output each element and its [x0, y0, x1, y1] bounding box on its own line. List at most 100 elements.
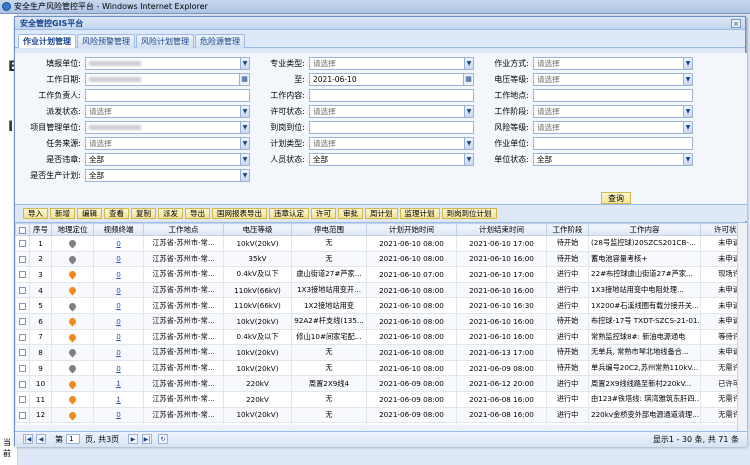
select-all-checkbox[interactable]	[15, 223, 30, 236]
video-link[interactable]: 1	[116, 395, 121, 404]
table-row[interactable]: 8 0 江苏省-苏州市-常... 10kV(20kV) 无 2021-06-10 08:0…	[15, 344, 747, 361]
video-link[interactable]: 0	[116, 270, 121, 279]
last-page-icon[interactable]: ▶|	[142, 434, 152, 444]
map-pin-icon[interactable]	[67, 301, 78, 312]
map-pin-icon[interactable]	[67, 394, 78, 405]
work-leader-field[interactable]	[85, 89, 250, 102]
tab-risk-warning[interactable]: 风险预警管理	[77, 34, 135, 48]
cell-video[interactable]: 0	[93, 281, 144, 299]
col-video[interactable]: 视频终端	[93, 223, 144, 236]
approve-button[interactable]: 审批	[338, 208, 363, 219]
video-link[interactable]: 0	[116, 286, 121, 295]
video-link[interactable]: 0	[116, 301, 121, 310]
col-voltage[interactable]: 电压等级	[223, 223, 292, 236]
violation-confirm-button[interactable]: 违章认定	[269, 208, 309, 219]
table-row[interactable]: 12 0 江苏省-苏州市-常... 10kV(20kV) 无 2021-06-09 08:…	[15, 406, 747, 424]
cell-pin[interactable]	[51, 359, 94, 377]
page-number-input[interactable]: 1	[66, 434, 80, 444]
cell-pin[interactable]	[51, 344, 94, 361]
view-button[interactable]: 查看	[104, 208, 129, 219]
row-checkbox[interactable]	[15, 375, 30, 392]
col-location[interactable]: 地理定位	[51, 223, 94, 236]
video-link[interactable]: 1	[116, 379, 121, 388]
arrival-check-field[interactable]	[309, 121, 474, 134]
map-pin-icon[interactable]	[67, 363, 78, 374]
cell-pin[interactable]	[51, 406, 94, 424]
row-checkbox[interactable]	[15, 328, 30, 346]
plan-type-select[interactable]: 请选择 ▼	[309, 137, 474, 150]
unit-status-select[interactable]: 全部 ▼	[533, 153, 693, 166]
cell-pin[interactable]	[51, 266, 94, 283]
map-pin-icon[interactable]	[67, 285, 78, 296]
add-button[interactable]: 新增	[50, 208, 75, 219]
refresh-icon[interactable]: ↻	[158, 434, 168, 444]
copy-button[interactable]: 复制	[131, 208, 156, 219]
edit-button[interactable]: 编辑	[77, 208, 102, 219]
prev-page-icon[interactable]: ◀	[36, 434, 46, 444]
table-row[interactable]: 10 1 江苏省-苏州市-常... 220kV 周置2X9线4 2021-06-09 08…	[15, 375, 747, 392]
voltage-select[interactable]: 请选择 ▼	[533, 73, 693, 86]
cell-video[interactable]: 0	[93, 344, 144, 361]
table-row[interactable]: 9 0 江苏省-苏州市-常... 10kV(20kV) 无 2021-06-10 08:0…	[15, 359, 747, 377]
production-plan-select[interactable]: 全部 ▼	[85, 169, 250, 182]
permit-status-select[interactable]: 请选择 ▼	[309, 105, 474, 118]
col-content[interactable]: 工作内容	[588, 223, 701, 236]
col-outage-range[interactable]: 停电范围	[291, 223, 367, 236]
col-stage[interactable]: 工作阶段	[546, 223, 589, 236]
cell-video[interactable]: 0	[93, 266, 144, 283]
row-checkbox[interactable]	[15, 281, 30, 299]
cell-video[interactable]: 1	[93, 390, 144, 408]
table-row[interactable]: 3 0 江苏省-苏州市-常... 0.4kV及以下 虞山街道27#芦家... 2021-0…	[15, 266, 747, 283]
cell-pin[interactable]	[51, 375, 94, 392]
report-unit-field[interactable]: ▼	[85, 57, 250, 70]
work-mode-select[interactable]: 请选择 ▼	[533, 57, 693, 70]
video-link[interactable]: 0	[116, 410, 121, 419]
cell-video[interactable]: 0	[93, 328, 144, 346]
table-row[interactable]: 4 0 江苏省-苏州市-常... 110kV(66kV) 1X3接地站用变开... 202…	[15, 281, 747, 299]
dispatch-status-select[interactable]: 请选择 ▼	[85, 105, 250, 118]
col-start-time[interactable]: 计划开始时间	[366, 223, 457, 236]
cell-pin[interactable]	[51, 390, 94, 408]
map-pin-icon[interactable]	[67, 410, 78, 421]
cell-video[interactable]: 0	[93, 297, 144, 314]
row-checkbox[interactable]	[15, 235, 30, 252]
cell-pin[interactable]	[51, 281, 94, 299]
work-unit-field[interactable]	[533, 137, 693, 150]
map-pin-icon[interactable]	[67, 316, 78, 327]
cell-video[interactable]: 0	[93, 235, 144, 252]
map-pin-icon[interactable]	[67, 238, 78, 249]
specialty-select[interactable]: 请选择 ▼	[309, 57, 474, 70]
col-end-time[interactable]: 计划结束时间	[456, 223, 547, 236]
supervision-plan-button[interactable]: 监理计划	[399, 208, 440, 219]
weekly-plan-button[interactable]: 周计划	[365, 208, 398, 219]
table-row[interactable]: 7 0 江苏省-苏州市-常... 0.4kV及以下 修山10#间家宅配... 2021-0…	[15, 328, 747, 346]
map-pin-icon[interactable]	[67, 254, 78, 265]
tab-risk-plan[interactable]: 风险计划管理	[136, 34, 194, 48]
query-button[interactable]: 查询	[601, 192, 631, 204]
next-page-icon[interactable]: ▶	[128, 434, 138, 444]
sgcc-report-export-button[interactable]: 国网报表导出	[212, 208, 267, 219]
video-link[interactable]: 0	[116, 239, 121, 248]
cell-video[interactable]: 0	[93, 312, 144, 330]
work-date-to-field[interactable]: 2021-06-10 ▦	[309, 73, 474, 86]
map-pin-icon[interactable]	[67, 348, 78, 358]
cell-pin[interactable]	[51, 312, 94, 330]
cell-video[interactable]: 0	[93, 250, 144, 268]
map-pin-icon[interactable]	[67, 379, 78, 390]
col-no[interactable]: 序号	[29, 223, 52, 236]
video-link[interactable]: 0	[116, 348, 121, 357]
row-checkbox[interactable]	[15, 359, 30, 377]
first-page-icon[interactable]: |◀	[23, 434, 33, 444]
export-button[interactable]: 导出	[185, 208, 210, 219]
cell-pin[interactable]	[51, 235, 94, 252]
risk-level-select[interactable]: 请选择 ▼	[533, 121, 693, 134]
cell-video[interactable]: 1	[93, 375, 144, 392]
cell-pin[interactable]	[51, 250, 94, 268]
arrival-plan-button[interactable]: 到岗到位计划	[441, 208, 497, 219]
work-content-field[interactable]	[309, 89, 474, 102]
video-link[interactable]: 0	[116, 364, 121, 373]
cell-pin[interactable]	[51, 297, 94, 314]
row-checkbox[interactable]	[15, 266, 30, 283]
cell-video[interactable]: 0	[93, 406, 144, 424]
person-status-select[interactable]: 全部 ▼	[309, 153, 474, 166]
